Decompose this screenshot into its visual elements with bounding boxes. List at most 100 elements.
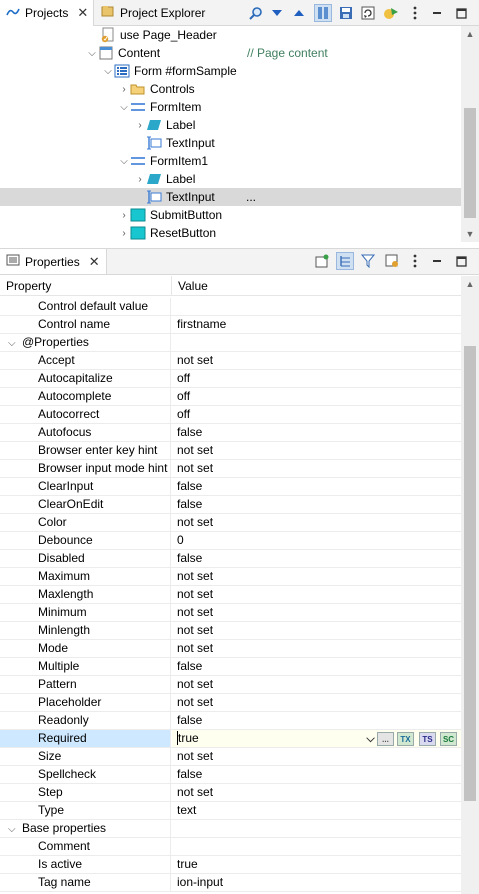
property-value[interactable]: not set: [172, 676, 461, 693]
property-row-browser-input-mode-hint[interactable]: Browser input mode hint not set: [0, 460, 461, 478]
property-row-mode[interactable]: Mode not set: [0, 640, 461, 658]
property-value[interactable]: not set: [172, 604, 461, 621]
scroll-up-icon[interactable]: ▲: [461, 26, 479, 42]
property-row-required[interactable]: Required true ⌵... TX TS SC: [0, 730, 461, 748]
view-menu-icon[interactable]: [406, 252, 424, 270]
property-row-minlength[interactable]: Minlength not set: [0, 622, 461, 640]
tree-item-use-page-header[interactable]: use Page_Header: [0, 26, 461, 44]
tree-item-formitem[interactable]: ⌵ FormItem: [0, 98, 461, 116]
tree-item-textinput-2[interactable]: TextInput ...: [0, 188, 461, 206]
chevron-right-icon[interactable]: ›: [118, 206, 130, 224]
minimize-icon[interactable]: [428, 4, 446, 22]
property-value[interactable]: off: [172, 388, 461, 405]
property-row-disabled[interactable]: Disabled false: [0, 550, 461, 568]
maximize-icon[interactable]: [452, 4, 470, 22]
property-value[interactable]: false: [172, 712, 461, 729]
close-icon[interactable]: ✕: [77, 5, 88, 21]
property-row-size[interactable]: Size not set: [0, 748, 461, 766]
chevron-down-icon[interactable]: ⌵: [8, 335, 22, 351]
tab-properties[interactable]: Properties ✕: [0, 249, 107, 274]
property-row-browser-enter-key-hint[interactable]: Browser enter key hint not set: [0, 442, 461, 460]
column-header-value[interactable]: Value: [178, 276, 208, 296]
property-value[interactable]: not set: [172, 352, 461, 369]
search-icon[interactable]: [247, 4, 265, 22]
chevron-right-icon[interactable]: ›: [134, 116, 146, 134]
property-row-pattern[interactable]: Pattern not set: [0, 676, 461, 694]
tree-item-resetbutton[interactable]: › ResetButton: [0, 224, 461, 242]
property-row-color[interactable]: Color not set: [0, 514, 461, 532]
property-value[interactable]: false: [172, 496, 461, 513]
property-value[interactable]: not set: [172, 784, 461, 801]
column-divider[interactable]: [171, 276, 172, 296]
property-value[interactable]: off: [172, 370, 461, 387]
maximize-icon[interactable]: [452, 252, 470, 270]
chevron-down-icon[interactable]: ⌵: [86, 44, 98, 62]
tree-item-form[interactable]: ⌵ Form #formSample: [0, 62, 461, 80]
property-row-autocapitalize[interactable]: Autocapitalize off: [0, 370, 461, 388]
property-value[interactable]: not set: [172, 460, 461, 477]
property-value[interactable]: firstname: [172, 316, 461, 333]
tree-item-formitem1[interactable]: ⌵ FormItem1: [0, 152, 461, 170]
property-row-maxlength[interactable]: Maxlength not set: [0, 586, 461, 604]
property-row-control-default-value[interactable]: Control default value: [0, 298, 461, 316]
property-value[interactable]: ion-input: [172, 874, 461, 891]
property-value[interactable]: not set: [172, 586, 461, 603]
property-value[interactable]: not set: [172, 694, 461, 711]
tab-projects[interactable]: Projects ✕: [0, 0, 94, 26]
categories-icon[interactable]: [336, 252, 354, 270]
property-row-accept[interactable]: Accept not set: [0, 352, 461, 370]
property-value[interactable]: [172, 820, 461, 837]
property-value[interactable]: [172, 298, 461, 315]
property-row-maximum[interactable]: Maximum not set: [0, 568, 461, 586]
arrow-up-icon[interactable]: [290, 4, 308, 22]
property-value[interactable]: false: [172, 766, 461, 783]
property-value[interactable]: false: [172, 550, 461, 567]
property-row-control-name[interactable]: Control name firstname: [0, 316, 461, 334]
sc-button[interactable]: SC: [440, 732, 457, 746]
property-value[interactable]: not set: [172, 568, 461, 585]
chevron-down-icon[interactable]: ⌵: [102, 62, 114, 80]
tree-item-label-1[interactable]: › Label: [0, 116, 461, 134]
property-row-comment[interactable]: Comment: [0, 838, 461, 856]
tree-item-textinput-1[interactable]: TextInput: [0, 134, 461, 152]
link-with-editor-icon[interactable]: [314, 4, 332, 22]
scroll-down-icon[interactable]: ▼: [461, 226, 479, 242]
property-row-debounce[interactable]: Debounce 0: [0, 532, 461, 550]
ellipsis-button[interactable]: ...: [377, 732, 394, 746]
chevron-right-icon[interactable]: ›: [118, 224, 130, 242]
property-value-text[interactable]: true: [177, 731, 199, 745]
property-value[interactable]: not set: [172, 442, 461, 459]
tab-project-explorer[interactable]: Project Explorer: [95, 0, 211, 26]
property-value[interactable]: false: [172, 658, 461, 675]
deploy-icon[interactable]: [382, 4, 400, 22]
property-row-clearonedit[interactable]: ClearOnEdit false: [0, 496, 461, 514]
arrow-down-icon[interactable]: [268, 4, 286, 22]
property-value[interactable]: [172, 838, 461, 855]
property-value[interactable]: false: [172, 478, 461, 495]
property-value[interactable]: not set: [172, 748, 461, 765]
property-value[interactable]: text: [172, 802, 461, 819]
tree-scrollbar-thumb[interactable]: [464, 108, 476, 218]
tx-button[interactable]: TX: [397, 732, 414, 746]
chevron-down-icon[interactable]: ⌵: [8, 821, 22, 837]
property-value[interactable]: not set: [172, 622, 461, 639]
property-value[interactable]: true: [172, 856, 461, 873]
tree-item-content[interactable]: ⌵ Content // Page content: [0, 44, 461, 62]
property-value[interactable]: off: [172, 406, 461, 423]
chevron-right-icon[interactable]: ›: [134, 170, 146, 188]
property-row-minimum[interactable]: Minimum not set: [0, 604, 461, 622]
view-menu-icon[interactable]: [406, 4, 424, 22]
chevron-down-icon[interactable]: ⌵: [118, 98, 130, 116]
column-header-property[interactable]: Property: [6, 276, 51, 296]
filter-icon[interactable]: [359, 252, 377, 270]
minimize-icon[interactable]: [428, 252, 446, 270]
property-value[interactable]: true: [172, 730, 461, 747]
property-row-placeholder[interactable]: Placeholder not set: [0, 694, 461, 712]
property-group-properties[interactable]: ⌵ @Properties: [0, 334, 461, 352]
property-value[interactable]: not set: [172, 514, 461, 531]
property-group-base-properties[interactable]: ⌵ Base properties: [0, 820, 461, 838]
tree-scrollbar[interactable]: ▲ ▼: [461, 26, 479, 242]
properties-scrollbar[interactable]: ▲: [461, 276, 479, 894]
close-icon[interactable]: ✕: [89, 254, 100, 270]
property-row-readonly[interactable]: Readonly false: [0, 712, 461, 730]
